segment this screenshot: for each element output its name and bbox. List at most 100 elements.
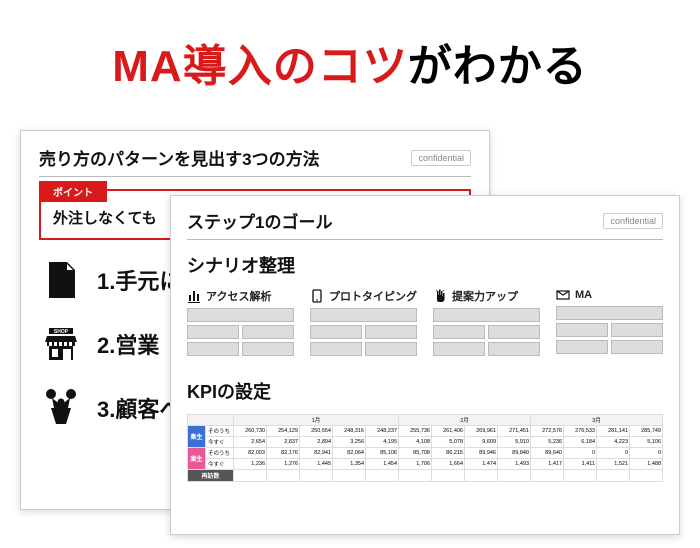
chart-icon bbox=[187, 289, 201, 303]
cell: 254,129 bbox=[267, 426, 300, 437]
diagram-placeholder bbox=[556, 306, 663, 366]
cell: 89,946 bbox=[465, 448, 498, 459]
cell: 285,749 bbox=[630, 426, 663, 437]
kpi-table: 1月 2月 3月 集生そのうち260,730254,129250,654248,… bbox=[187, 414, 663, 482]
cell: 0 bbox=[564, 448, 597, 459]
month-header: 3月 bbox=[531, 415, 663, 426]
cell: 1,664 bbox=[432, 459, 465, 470]
table-row: 集生そのうち260,730254,129250,654248,316248,23… bbox=[188, 426, 663, 437]
cell: 1,236 bbox=[234, 459, 267, 470]
cell: 82,003 bbox=[234, 448, 267, 459]
cell: 3,256 bbox=[333, 437, 366, 448]
row-label: そのうち bbox=[206, 426, 234, 437]
headline-part1: MA導入 bbox=[112, 42, 272, 91]
point-tag: ポイント bbox=[39, 181, 107, 202]
cell: 5,078 bbox=[432, 437, 465, 448]
list-item-label: 2.営業 bbox=[97, 328, 159, 360]
slide-front: ステップ1のゴール confidential シナリオ整理 アクセス解析 bbox=[170, 195, 680, 535]
cell: 271,451 bbox=[498, 426, 531, 437]
cell: 1,354 bbox=[333, 459, 366, 470]
cell: 9,609 bbox=[465, 437, 498, 448]
table-row: 1月 2月 3月 bbox=[188, 415, 663, 426]
headline-part3: がわかる bbox=[408, 42, 588, 91]
cell: 2,894 bbox=[300, 437, 333, 448]
diagram-placeholder bbox=[433, 308, 540, 368]
category-item: プロトタイピング bbox=[310, 288, 417, 368]
category-label: MA bbox=[575, 289, 592, 301]
cell: 82,064 bbox=[333, 448, 366, 459]
cell: 276,533 bbox=[564, 426, 597, 437]
cell: 4,195 bbox=[366, 437, 399, 448]
cell: 6,184 bbox=[564, 437, 597, 448]
section-heading: シナリオ整理 bbox=[187, 252, 663, 278]
section-heading: KPIの設定 bbox=[187, 378, 663, 404]
cell: 1,493 bbox=[498, 459, 531, 470]
cell: 2,654 bbox=[234, 437, 267, 448]
list-item-label: 1.手元に bbox=[97, 264, 181, 296]
cell: 5,910 bbox=[498, 437, 531, 448]
slide-front-title: ステップ1のゴール bbox=[187, 208, 332, 233]
cell: 4,108 bbox=[399, 437, 432, 448]
cell: 1,706 bbox=[399, 459, 432, 470]
cell: 1,276 bbox=[267, 459, 300, 470]
cell: 1,488 bbox=[630, 459, 663, 470]
hand-icon bbox=[433, 289, 447, 303]
cell: 89,640 bbox=[531, 448, 564, 459]
row-label: 今すぐ bbox=[206, 459, 234, 470]
cell: 0 bbox=[630, 448, 663, 459]
headline: MA導入のコツがわかる bbox=[0, 0, 700, 114]
cell: 260,730 bbox=[234, 426, 267, 437]
cell: 1,445 bbox=[300, 459, 333, 470]
mail-icon bbox=[556, 288, 570, 302]
cell: 272,576 bbox=[531, 426, 564, 437]
cell: 1,417 bbox=[531, 459, 564, 470]
month-header: 2月 bbox=[399, 415, 531, 426]
cell: 82,176 bbox=[267, 448, 300, 459]
cell: 4,223 bbox=[597, 437, 630, 448]
category-label: アクセス解析 bbox=[206, 288, 271, 304]
cell: 250,654 bbox=[300, 426, 333, 437]
row-label: そのうち bbox=[206, 448, 234, 459]
category-item: 提案力アップ bbox=[433, 288, 540, 368]
category-item: アクセス解析 bbox=[187, 288, 294, 368]
cell: 89,840 bbox=[498, 448, 531, 459]
category-item: MA bbox=[556, 288, 663, 368]
category-row: アクセス解析 プロトタイピング bbox=[187, 288, 663, 368]
cell: 86,215 bbox=[432, 448, 465, 459]
cell: 85,106 bbox=[366, 448, 399, 459]
row-label: 今すぐ bbox=[206, 437, 234, 448]
cell: 5,236 bbox=[531, 437, 564, 448]
diagram-placeholder bbox=[187, 308, 294, 368]
group-label: 再訪数 bbox=[188, 470, 234, 482]
cell: 1,474 bbox=[465, 459, 498, 470]
cell: 2,837 bbox=[267, 437, 300, 448]
slide-front-header: ステップ1のゴール confidential bbox=[187, 208, 663, 240]
phone-icon bbox=[310, 289, 324, 303]
cell: 255,736 bbox=[399, 426, 432, 437]
cell: 248,237 bbox=[366, 426, 399, 437]
document-icon bbox=[39, 258, 83, 302]
cell: 281,141 bbox=[597, 426, 630, 437]
cell: 269,961 bbox=[465, 426, 498, 437]
diagram-placeholder bbox=[310, 308, 417, 368]
slide-back-title: 売り方のパターンを見出す3つの方法 bbox=[39, 145, 320, 170]
cell: 5,106 bbox=[630, 437, 663, 448]
cell: 1,411 bbox=[564, 459, 597, 470]
confidential-badge: confidential bbox=[411, 150, 471, 166]
month-header: 1月 bbox=[234, 415, 399, 426]
cell: 0 bbox=[597, 448, 630, 459]
cell: 1,521 bbox=[597, 459, 630, 470]
cell: 82,941 bbox=[300, 448, 333, 459]
headline-part2: のコツ bbox=[273, 42, 408, 91]
group-label: 案生 bbox=[188, 448, 206, 470]
cheer-icon bbox=[39, 386, 83, 430]
category-label: プロトタイピング bbox=[329, 288, 417, 304]
cell: 85,708 bbox=[399, 448, 432, 459]
list-item-label: 3.顧客へ bbox=[97, 392, 181, 424]
table-row: 今すぐ2,6542,8372,8943,2564,1954,1085,0789,… bbox=[188, 437, 663, 448]
group-label: 集生 bbox=[188, 426, 206, 448]
category-label: 提案力アップ bbox=[452, 288, 518, 304]
cell: 261,406 bbox=[432, 426, 465, 437]
table-row: 再訪数 bbox=[188, 470, 663, 482]
confidential-badge: confidential bbox=[603, 213, 663, 229]
